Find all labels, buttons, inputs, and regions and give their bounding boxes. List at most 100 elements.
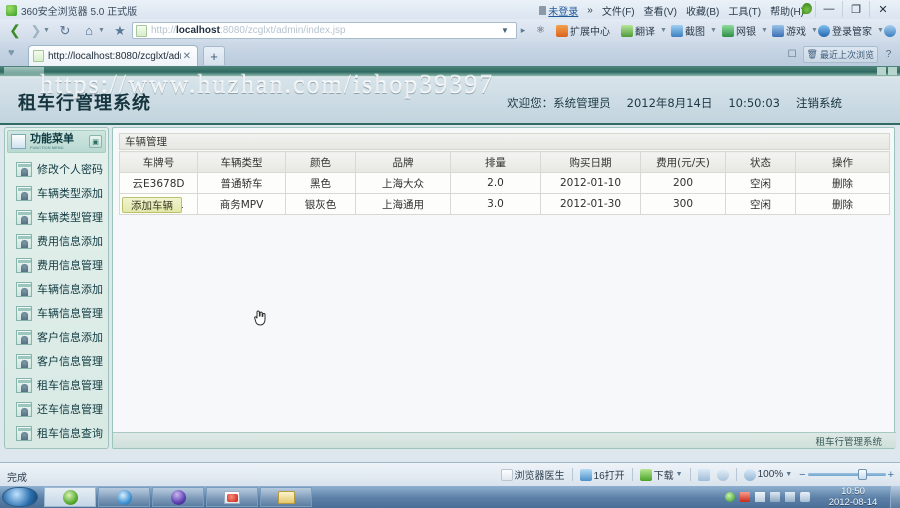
cell-color: 黑色 — [285, 172, 356, 194]
delete-link[interactable]: 删除 — [832, 178, 853, 190]
shield-icon[interactable] — [770, 492, 780, 502]
tab-list-icon[interactable]: ☐ — [785, 47, 800, 63]
tabs-icon — [579, 468, 592, 481]
page-body: 功能菜单 FUNCTION MENU ▣ 修改个人密码 车辆类型添加 车辆类型管… — [0, 127, 900, 462]
login-label: 未登录 — [548, 7, 579, 18]
sidebar-item-manage-customer-info[interactable]: 客户信息管理 — [5, 349, 108, 373]
star-icon[interactable]: ★ — [111, 22, 129, 39]
red-alert-icon[interactable] — [740, 492, 750, 502]
home-chevron-down-icon[interactable]: ▼ — [98, 22, 105, 39]
column-header-fee: 费用(元/天) — [640, 151, 726, 173]
screenshot-button[interactable]: 截图 ▼ — [671, 22, 717, 39]
taskbar-item-internet-explorer[interactable] — [98, 487, 150, 507]
menu-view[interactable]: 查看(V) — [644, 3, 677, 18]
back-arrow-icon[interactable]: ❮ — [6, 22, 24, 39]
sidebar-item-add-customer-info[interactable]: 客户信息添加 — [5, 325, 108, 349]
browser-doctor-button[interactable]: 浏览器医生 — [500, 467, 565, 482]
extension-center-button[interactable]: 扩展中心 — [556, 22, 610, 39]
minimize-button[interactable]: — — [815, 1, 842, 17]
webmaster-tools-button[interactable] — [884, 22, 896, 39]
maximize-button[interactable]: ❐ — [842, 1, 869, 17]
sidebar-item-manage-fee-info[interactable]: 费用信息管理 — [5, 253, 108, 277]
taskbar-item-toolbox-app[interactable] — [206, 487, 258, 507]
favorites-heart-icon[interactable]: ♥ — [8, 47, 15, 59]
home-icon[interactable]: ⌂ — [80, 22, 98, 39]
login-manager-button[interactable]: 登录管家 ▼ — [818, 22, 884, 39]
chevron-down-icon: ▼ — [761, 27, 768, 34]
collapse-icon[interactable]: ▣ — [89, 135, 102, 148]
zoom-control[interactable]: 100% ▼ — [743, 468, 792, 481]
header-date: 2012年8月14日 — [626, 96, 713, 110]
sidebar-item-add-vehicle-type[interactable]: 车辆类型添加 — [5, 181, 108, 205]
divider — [631, 468, 633, 481]
browser-tab-active[interactable]: http://localhost:8080/zcglxt/admi... ✕ — [28, 45, 198, 66]
shield-tool-icon[interactable]: ⚛ — [536, 22, 545, 39]
lock-icon — [539, 6, 547, 15]
sidebar-item-query-rental-info[interactable]: 租车信息查询 — [5, 421, 108, 445]
menu-help[interactable]: 帮助(H) — [770, 3, 804, 18]
delete-link[interactable]: 删除 — [832, 199, 853, 211]
close-button[interactable]: ✕ — [869, 1, 896, 17]
zoom-slider-track[interactable] — [807, 469, 886, 480]
taskbar-clock[interactable]: 10:50 2012-08-14 — [816, 486, 890, 508]
mute-speaker-icon[interactable] — [716, 468, 729, 481]
taskbar-item-360-browser[interactable] — [44, 487, 96, 507]
start-orb-icon[interactable] — [2, 487, 38, 507]
logout-link[interactable]: 注销系统 — [796, 95, 842, 111]
menubar-more-icon[interactable]: » — [587, 5, 593, 16]
new-tab-button[interactable]: + — [203, 46, 225, 65]
forward-arrow-icon[interactable]: ❯ — [28, 22, 44, 39]
puzzle-icon — [556, 24, 568, 37]
divider — [735, 468, 737, 481]
menu-tools[interactable]: 工具(T) — [728, 3, 761, 18]
green-leaf-icon[interactable] — [802, 3, 812, 14]
sidebar-item-manage-return-info[interactable]: 还车信息管理 — [5, 397, 108, 421]
zoom-out-icon[interactable]: − — [799, 469, 805, 481]
flag-icon[interactable] — [755, 492, 765, 502]
zoom-slider-handle[interactable] — [857, 469, 867, 480]
sidebar-item-add-vehicle-info[interactable]: 车辆信息添加 — [5, 277, 108, 301]
sidebar-item-manage-vehicle-type[interactable]: 车辆类型管理 — [5, 205, 108, 229]
forward-chevron-down-icon[interactable]: ▼ — [43, 22, 50, 39]
strip-icon-2 — [888, 67, 897, 75]
address-bar-url: http://localhost:8080/zcglxt/admin/index… — [151, 25, 346, 36]
online-bank-button[interactable]: 网银 ▼ — [722, 22, 768, 39]
green-status-icon[interactable] — [725, 492, 735, 502]
cell-status: 空闲 — [725, 193, 796, 215]
sidebar-item-change-password[interactable]: 修改个人密码 — [5, 157, 108, 181]
network-icon[interactable] — [785, 492, 795, 502]
close-icon[interactable]: ✕ — [181, 51, 193, 62]
chevron-down-icon: ▼ — [877, 27, 884, 34]
zoom-slider[interactable]: − + — [799, 469, 894, 481]
restore-closed-tabs-button[interactable]: 🗑 最近上次浏览 — [802, 46, 878, 63]
reading-mode-icon[interactable] — [697, 468, 710, 481]
360-browser-icon — [62, 489, 78, 505]
chevron-down-icon: ▼ — [675, 471, 683, 478]
sidebar-item-manage-vehicle-info[interactable]: 车辆信息管理 — [5, 301, 108, 325]
zoom-in-icon[interactable]: + — [888, 469, 894, 481]
sidebar-header: 功能菜单 FUNCTION MENU ▣ — [7, 130, 106, 153]
menubar-login-status[interactable]: 未登录 — [539, 3, 578, 18]
menu-file[interactable]: 文件(F) — [602, 3, 635, 18]
taskbar-item-explorer[interactable] — [260, 487, 312, 507]
table-row: 云E3678D 普通轿车 黑色 上海大众 2.0 2012-01-10 200 … — [119, 172, 890, 194]
downloads-button[interactable]: 下载 ▼ — [639, 467, 683, 482]
taskbar-item-globe-app[interactable] — [152, 487, 204, 507]
go-button-icon[interactable]: ▸ — [516, 22, 530, 39]
taskbar-items — [44, 487, 312, 507]
user-card-icon — [16, 377, 32, 393]
translate-button[interactable]: 翻译 ▼ — [621, 22, 667, 39]
speaker-icon[interactable] — [800, 492, 810, 502]
menu-favorites[interactable]: 收藏(B) — [686, 3, 719, 18]
browser-titlebar: 360安全浏览器 5.0 正式版 未登录 » 文件(F) 查看(V) 收藏(B)… — [0, 0, 900, 19]
open-tabs-count-button[interactable]: 16打开 — [579, 467, 625, 482]
reload-icon[interactable]: ↻ — [56, 22, 74, 39]
show-desktop-button[interactable] — [890, 486, 900, 508]
sidebar-item-add-fee-info[interactable]: 费用信息添加 — [5, 229, 108, 253]
address-dropdown-icon[interactable]: ▼ — [497, 22, 513, 39]
sidebar-item-manage-rental-info[interactable]: 租车信息管理 — [5, 373, 108, 397]
address-bar[interactable]: http://localhost:8080/zcglxt/admin/index… — [132, 22, 517, 39]
games-button[interactable]: 游戏 ▼ — [772, 22, 818, 39]
help-icon[interactable]: ? — [881, 47, 896, 63]
add-vehicle-button[interactable]: 添加车辆 — [122, 197, 182, 213]
